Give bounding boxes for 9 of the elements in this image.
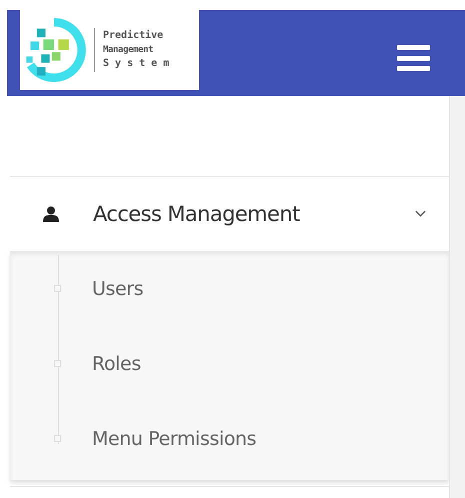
- submenu-item[interactable]: Roles: [92, 352, 141, 374]
- logo-text: Management: [103, 44, 154, 57]
- logo-text: S y s t e m: [103, 57, 170, 71]
- logo-text: Predictive: [103, 29, 164, 43]
- menu-icon[interactable]: [397, 45, 430, 71]
- submenu-item[interactable]: Users: [92, 278, 144, 300]
- menu-label: Access Management: [93, 202, 301, 226]
- submenu-item[interactable]: Menu Permissions: [92, 428, 256, 450]
- user-icon: [43, 206, 59, 222]
